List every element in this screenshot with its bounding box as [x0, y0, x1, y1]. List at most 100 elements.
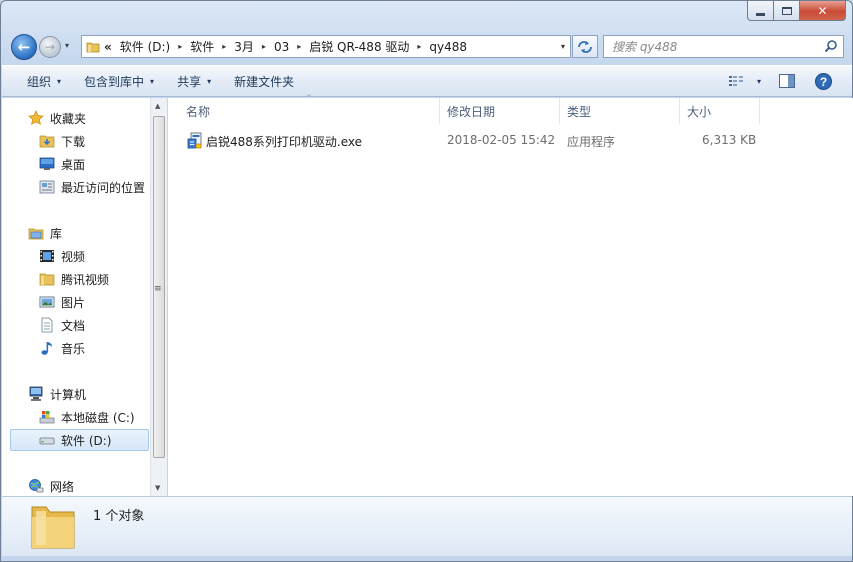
nav-item-label: 桌面 [61, 157, 86, 172]
nav-item-tencent-video[interactable]: 腾讯视频 [39, 268, 109, 290]
nav-item-label: 文档 [61, 318, 86, 333]
chevron-down-icon: ▾ [150, 76, 155, 86]
refresh-icon [578, 40, 592, 53]
organize-menu[interactable]: 组织 ▾ [27, 73, 61, 90]
folder-icon [86, 42, 100, 52]
nav-item-documents[interactable]: 文档 [39, 314, 85, 336]
breadcrumb-separator[interactable]: ▸ [178, 42, 182, 51]
file-row[interactable]: 启锐488系列打印机驱动.exe 2018-02-05 15:42 应用程序 6… [168, 131, 768, 151]
nav-item-label: 腾讯视频 [61, 272, 110, 287]
nav-libraries[interactable]: 库 [28, 222, 62, 244]
maximize-button[interactable] [774, 1, 800, 21]
breadcrumb-separator[interactable]: ▸ [297, 42, 301, 51]
nav-libraries-label: 库 [50, 226, 63, 241]
column-header-type[interactable]: 类型 [559, 98, 680, 124]
desktop-icon [39, 156, 55, 172]
preview-pane-button[interactable] [779, 74, 795, 88]
nav-network[interactable]: 网络 [28, 475, 74, 496]
close-button[interactable]: ✕ [800, 1, 846, 21]
nav-item-recent-places[interactable]: 最近访问的位置 [39, 176, 145, 198]
breadcrumb-item[interactable]: 3月 [234, 38, 254, 55]
nav-computer[interactable]: 计算机 [28, 383, 86, 405]
column-header-label: 大小 [687, 104, 712, 119]
address-dropdown-arrow[interactable]: ▾ [561, 42, 565, 51]
navigation-pane: 收藏夹 下载 桌面 最近访问的位置 库 视频 腾讯视频 图片 文档 音乐 计算机… [2, 98, 150, 496]
star-icon [28, 110, 44, 126]
forward-button[interactable]: → [39, 36, 61, 58]
help-icon: ? [815, 72, 832, 90]
nav-item-label: 视频 [61, 249, 86, 264]
breadcrumb-item[interactable]: 软件 (D:) [120, 38, 170, 55]
breadcrumb-item[interactable]: 启锐 QR-488 驱动 [309, 38, 409, 55]
share-menu[interactable]: 共享 ▾ [177, 73, 211, 90]
nav-favorites[interactable]: 收藏夹 [28, 107, 86, 129]
chevron-down-icon: ▾ [207, 76, 212, 86]
back-button[interactable]: ← [11, 34, 37, 60]
include-in-library-menu[interactable]: 包含到库中 ▾ [84, 73, 154, 90]
nav-item-label: 音乐 [61, 341, 86, 356]
scroll-up-icon[interactable]: ▲ [155, 102, 160, 110]
documents-icon [39, 317, 55, 333]
toolbar-right: ▾ ? [728, 66, 852, 96]
nav-item-label: 软件 (D:) [61, 433, 112, 448]
refresh-button[interactable] [572, 35, 598, 58]
column-header-label: 类型 [567, 104, 592, 119]
system-drive-icon [39, 409, 55, 425]
breadcrumb-separator[interactable]: ▸ [222, 42, 226, 51]
include-in-library-label: 包含到库中 [84, 74, 145, 89]
chevron-down-icon: ▾ [57, 76, 62, 86]
download-folder-icon [39, 133, 55, 149]
file-type: 应用程序 [567, 135, 616, 149]
scroll-grip-icon: ≡ [154, 284, 162, 294]
recent-pages-dropdown[interactable]: ▾ [65, 41, 69, 50]
recent-places-icon [39, 179, 55, 195]
minimize-icon [756, 12, 765, 16]
file-size: 6,313 KB [702, 133, 757, 147]
nav-item-videos[interactable]: 视频 [39, 245, 85, 267]
column-header-label: 修改日期 [447, 104, 496, 119]
maximize-icon [781, 6, 792, 15]
column-header-name[interactable]: 名称 [178, 98, 440, 124]
share-label: 共享 [177, 74, 202, 89]
nav-item-desktop[interactable]: 桌面 [39, 153, 85, 175]
scroll-down-icon[interactable]: ▼ [155, 484, 160, 492]
help-button[interactable]: ? [815, 72, 832, 90]
organize-label: 组织 [27, 74, 52, 89]
file-date-modified: 2018-02-05 15:42 [447, 133, 556, 147]
nav-item-downloads[interactable]: 下载 [39, 130, 85, 152]
breadcrumb-item[interactable]: 软件 [190, 38, 214, 55]
breadcrumb-overflow[interactable]: « [104, 40, 112, 54]
nav-network-label: 网络 [50, 479, 75, 494]
item-count: 1 个对象 [93, 509, 145, 524]
address-bar[interactable]: « 软件 (D:) ▸ 软件 ▸ 3月 ▸ 03 ▸ 启锐 QR-488 驱动 … [81, 35, 571, 58]
minimize-button[interactable] [747, 1, 774, 21]
column-header-date[interactable]: 修改日期 [439, 98, 560, 124]
window-controls: ✕ [747, 1, 846, 21]
breadcrumb-item[interactable]: qy488 [429, 40, 467, 54]
search-input[interactable]: 搜索 qy488 [603, 35, 844, 58]
column-header-size[interactable]: 大小 [679, 98, 760, 124]
breadcrumb-item[interactable]: 03 [274, 40, 289, 54]
search-icon[interactable] [824, 39, 838, 53]
nav-item-drive-d[interactable]: 软件 (D:) [10, 429, 149, 451]
breadcrumb-separator[interactable]: ▸ [262, 42, 266, 51]
nav-favorites-label: 收藏夹 [50, 111, 87, 126]
nav-item-drive-c[interactable]: 本地磁盘 (C:) [39, 406, 135, 428]
nav-item-music[interactable]: 音乐 [39, 337, 85, 359]
arrow-right-icon: → [44, 40, 56, 54]
arrow-left-icon: ← [17, 38, 31, 56]
navigation-scrollbar[interactable]: ▲ ≡ ▼ [150, 98, 167, 496]
nav-item-pictures[interactable]: 图片 [39, 291, 85, 313]
new-folder-button[interactable]: 新建文件夹 [234, 73, 294, 90]
view-list-icon [728, 76, 743, 86]
view-options-button[interactable]: ▾ [728, 75, 761, 87]
nav-item-label: 图片 [61, 295, 86, 310]
nav-item-label: 最近访问的位置 [61, 180, 146, 195]
file-name[interactable]: 启锐488系列打印机驱动.exe [206, 133, 362, 150]
breadcrumb-separator[interactable]: ▸ [417, 42, 421, 51]
explorer-window: ✕ ← → ▾ « 软件 (D:) ▸ 软件 ▸ 3月 ▸ 03 ▸ 启锐 QR… [0, 0, 853, 562]
svg-text:?: ? [820, 75, 827, 89]
column-header-label: 名称 [186, 104, 211, 119]
folder-large-icon [31, 506, 75, 549]
preview-pane-icon [779, 74, 795, 88]
